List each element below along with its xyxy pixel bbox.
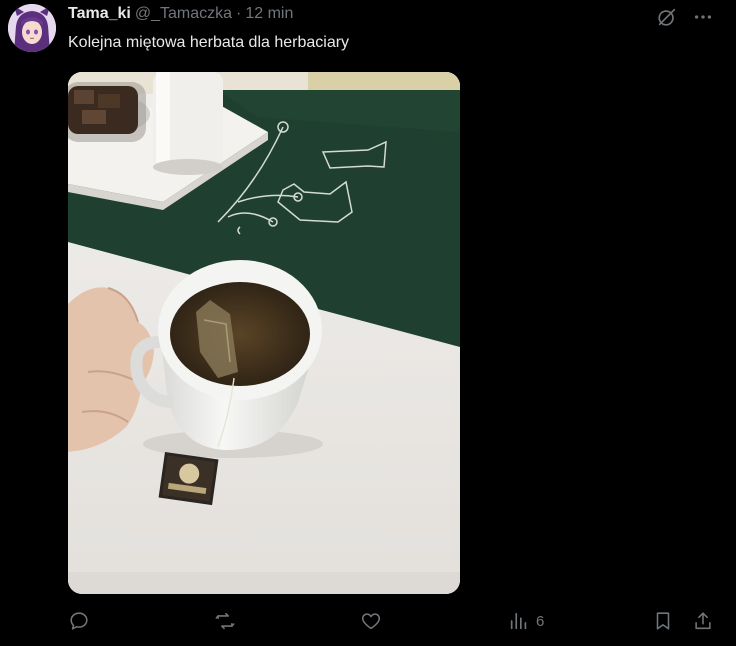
action-bar: 6 — [68, 610, 720, 636]
share-icon — [695, 612, 711, 630]
tea-photo — [68, 72, 460, 594]
bookmark-button[interactable] — [652, 610, 674, 632]
post-text: Kolejna miętowa herbata dla herbaciary — [68, 34, 350, 51]
like-button[interactable] — [360, 610, 382, 632]
separator-dot: · — [236, 5, 242, 22]
post-time[interactable]: 12 min — [245, 5, 293, 23]
reply-icon — [70, 612, 88, 630]
reply-button[interactable] — [68, 610, 90, 632]
post-image[interactable] — [68, 72, 460, 594]
more-icon[interactable] — [690, 4, 716, 30]
display-name[interactable]: Tama_ki — [68, 5, 131, 23]
bookmark-icon — [656, 612, 670, 630]
user-handle[interactable]: @_Tamaczka — [135, 5, 232, 23]
avatar-image — [8, 4, 56, 52]
views-count: 6 — [536, 612, 545, 630]
views-icon — [510, 612, 527, 630]
views-button[interactable]: 6 — [508, 610, 544, 632]
post[interactable]: Tama_ki @_Tamaczka · 12 min Kolejna mięt… — [0, 0, 736, 646]
heart-icon — [361, 613, 381, 630]
post-top-icons — [654, 4, 716, 30]
repost-icon — [215, 612, 235, 630]
share-button[interactable] — [692, 610, 714, 632]
repost-button[interactable] — [214, 610, 236, 632]
post-header: Tama_ki @_Tamaczka · 12 min — [68, 5, 293, 25]
grok-icon[interactable] — [654, 4, 680, 30]
avatar[interactable] — [8, 4, 56, 52]
